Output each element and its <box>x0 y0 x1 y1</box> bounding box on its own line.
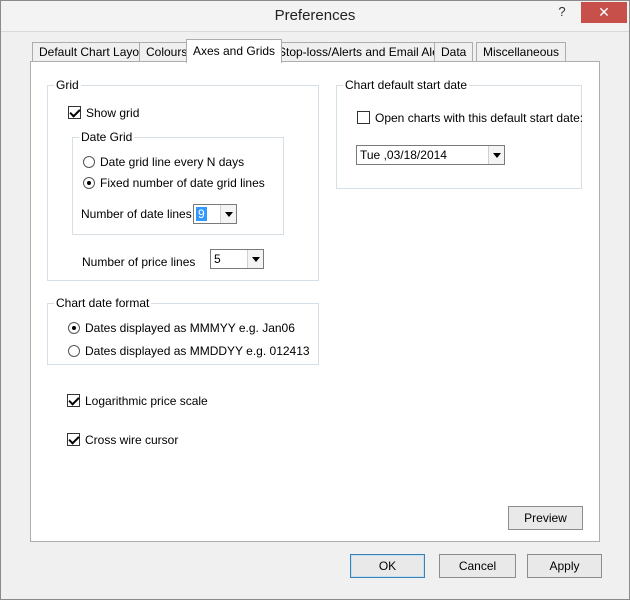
open-with-default-date-row[interactable]: Open charts with this default start date… <box>357 110 583 126</box>
fixed-date-grid-lines-row[interactable]: Fixed number of date grid lines <box>83 175 265 191</box>
show-grid-row[interactable]: Show grid <box>68 105 139 121</box>
date-grid-every-n-days-radio[interactable] <box>83 156 95 168</box>
ok-button[interactable]: OK <box>350 554 425 578</box>
date-format-mmddyy-label: Dates displayed as MMDDYY e.g. 012413 <box>85 344 310 358</box>
window-title: Preferences <box>274 7 356 24</box>
title-bar: Preferences ? ✕ <box>1 1 629 32</box>
cross-wire-cursor-checkbox[interactable] <box>67 433 80 446</box>
show-grid-checkbox[interactable] <box>68 106 81 119</box>
date-format-mmmyy-radio[interactable] <box>68 322 80 334</box>
date-grid-every-n-days-row[interactable]: Date grid line every N days <box>83 154 244 170</box>
logarithmic-price-scale-label: Logarithmic price scale <box>85 394 208 408</box>
close-button[interactable]: ✕ <box>581 2 627 23</box>
chart-date-format-group: Chart date format Dates displayed as MMM… <box>47 296 319 365</box>
tab-data[interactable]: Data <box>434 42 474 62</box>
chevron-down-icon[interactable] <box>488 146 504 164</box>
grid-group: Grid Show grid Date Grid Date grid line … <box>47 78 319 281</box>
help-button[interactable]: ? <box>549 2 575 24</box>
tab-miscellaneous[interactable]: Miscellaneous <box>476 42 567 62</box>
number-of-date-lines-label: Number of date lines <box>81 207 192 221</box>
logarithmic-price-scale-checkbox[interactable] <box>67 394 80 407</box>
chevron-down-icon[interactable] <box>220 205 236 223</box>
number-of-date-lines-value: 9 <box>196 207 207 221</box>
date-format-mmddyy-radio[interactable] <box>68 345 80 357</box>
default-start-date-value: Tue ,03/18/2014 <box>360 148 447 162</box>
fixed-date-grid-lines-radio[interactable] <box>83 177 95 189</box>
open-with-default-date-checkbox[interactable] <box>357 111 370 124</box>
tab-axes-and-grids[interactable]: Axes and Grids <box>186 39 283 63</box>
cross-wire-cursor-row[interactable]: Cross wire cursor <box>67 432 178 448</box>
cancel-button[interactable]: Cancel <box>439 554 516 578</box>
fixed-date-grid-lines-label: Fixed number of date grid lines <box>100 176 265 190</box>
date-grid-group-label: Date Grid <box>79 130 135 144</box>
tab-panel-axes-and-grids: Grid Show grid Date Grid Date grid line … <box>30 61 600 542</box>
cross-wire-cursor-label: Cross wire cursor <box>85 433 179 447</box>
number-of-price-lines-value: 5 <box>214 252 221 266</box>
apply-button[interactable]: Apply <box>527 554 602 578</box>
tab-default-chart-layout[interactable]: Default Chart Layout <box>32 42 157 62</box>
chevron-down-icon[interactable] <box>247 250 263 268</box>
date-grid-every-n-days-label: Date grid line every N days <box>100 155 245 169</box>
tab-stop-loss-alerts[interactable]: Stop-loss/Alerts and Email Alerts <box>271 42 460 62</box>
number-of-price-lines-select[interactable]: 5 <box>210 249 264 269</box>
open-with-default-date-label: Open charts with this default start date… <box>375 111 584 125</box>
grid-group-label: Grid <box>54 78 81 92</box>
chart-default-start-date-group: Chart default start date Open charts wit… <box>336 78 583 189</box>
number-of-date-lines-select[interactable]: 9 <box>193 204 237 224</box>
chart-default-start-date-label: Chart default start date <box>343 78 470 92</box>
show-grid-label: Show grid <box>86 106 140 120</box>
number-of-price-lines-label: Number of price lines <box>82 255 196 269</box>
date-grid-group: Date Grid Date grid line every N days Fi… <box>72 130 284 235</box>
logarithmic-price-scale-row[interactable]: Logarithmic price scale <box>67 393 208 409</box>
date-format-mmmyy-label: Dates displayed as MMMYY e.g. Jan06 <box>85 321 295 335</box>
preview-button[interactable]: Preview <box>508 506 583 530</box>
default-start-date-picker[interactable]: Tue ,03/18/2014 <box>356 145 505 165</box>
preferences-dialog: Preferences ? ✕ Default Chart Layout Col… <box>0 0 630 600</box>
chart-date-format-label: Chart date format <box>54 296 152 310</box>
date-format-mmddyy-row[interactable]: Dates displayed as MMDDYY e.g. 012413 <box>68 343 310 359</box>
date-format-mmmyy-row[interactable]: Dates displayed as MMMYY e.g. Jan06 <box>68 320 295 336</box>
